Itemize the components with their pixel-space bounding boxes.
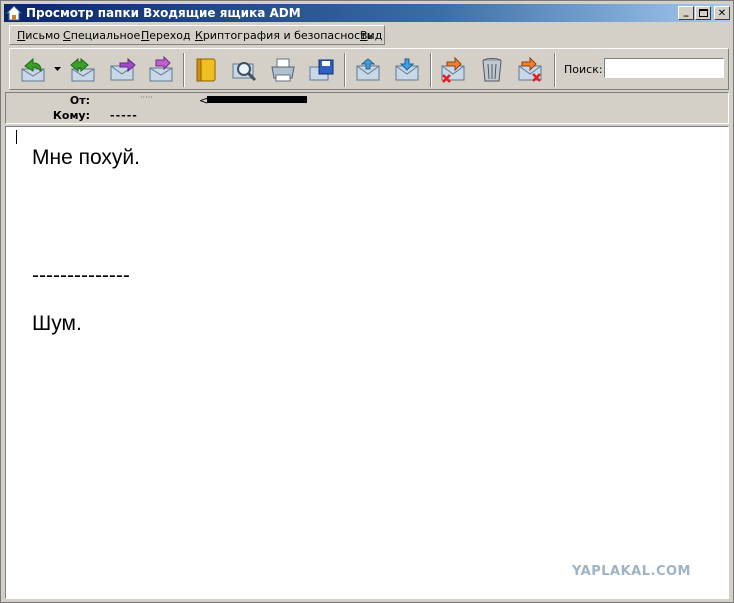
redirect-button[interactable]: [146, 56, 176, 84]
address-book-icon: [196, 58, 216, 82]
toolbar-separator: [344, 53, 346, 87]
close-icon: ✕: [717, 7, 727, 19]
menu-view[interactable]: Вид: [360, 29, 382, 42]
print-icon: [271, 58, 295, 82]
title-bar[interactable]: Просмотр папки Входящие ящика ADM _ ✕: [4, 4, 730, 22]
find-icon: [232, 62, 257, 82]
menu-bar: Письмо Специальное Переход Криптография …: [9, 25, 385, 45]
next-message-button[interactable]: [392, 56, 422, 84]
watermark: YAPLAKAL.COM: [572, 564, 691, 579]
toolbar-separator: [183, 53, 185, 87]
body-line: --------------: [32, 264, 130, 287]
reply-dropdown-icon[interactable]: [54, 66, 61, 72]
message-header: От: ····· < Кому: -----: [5, 92, 729, 124]
to-label: Кому:: [52, 109, 90, 122]
minimize-icon: _: [683, 6, 689, 17]
message-body[interactable]: Мне похуй. -------------- Шум. YAPLAKAL.…: [5, 126, 729, 599]
save-icon: [309, 59, 334, 81]
menu-special[interactable]: Специальное: [63, 29, 140, 42]
address-book-button[interactable]: [191, 56, 221, 84]
toolbar-separator: [554, 53, 556, 87]
window-title: Просмотр папки Входящие ящика ADM: [26, 6, 301, 20]
body-line: Шум.: [32, 312, 82, 335]
reply-all-button[interactable]: [68, 56, 98, 84]
mail-window: Просмотр папки Входящие ящика ADM _ ✕ Пи…: [0, 0, 734, 603]
reply-button[interactable]: [18, 56, 48, 84]
minimize-button[interactable]: _: [678, 6, 694, 20]
find-button[interactable]: [229, 56, 259, 84]
maximize-button[interactable]: [695, 6, 711, 20]
print-button[interactable]: [268, 56, 298, 84]
toolbar-separator: [430, 53, 432, 87]
menu-crypto[interactable]: Криптография и безопасность: [195, 29, 373, 42]
previous-message-button[interactable]: [353, 56, 383, 84]
search-label: Поиск:: [564, 63, 603, 76]
redirect-icon: [149, 56, 173, 82]
reply-icon: [21, 57, 45, 82]
maximize-icon: [698, 9, 708, 17]
next-message-icon: [395, 58, 419, 81]
menu-goto[interactable]: Переход: [141, 29, 191, 42]
redaction-bar: [207, 96, 307, 103]
delete-and-next-button[interactable]: [515, 56, 545, 84]
text-caret: [16, 130, 17, 144]
delete-message-button[interactable]: [438, 56, 468, 84]
body-line: Мне похуй.: [32, 146, 140, 169]
house-icon: [6, 5, 22, 21]
to-value[interactable]: -----: [110, 109, 138, 122]
trash-button[interactable]: [477, 56, 507, 84]
search-input[interactable]: [604, 58, 724, 78]
toolbar: Поиск:: [9, 48, 729, 90]
close-button[interactable]: ✕: [714, 6, 730, 20]
from-name[interactable]: ·····: [140, 93, 153, 102]
forward-button[interactable]: [107, 56, 137, 84]
delete-and-next-icon: [518, 56, 542, 82]
previous-message-icon: [356, 58, 380, 81]
delete-message-icon: [441, 56, 465, 83]
trash-icon: [482, 58, 502, 82]
save-button[interactable]: [306, 56, 336, 84]
menu-letter[interactable]: Письмо: [17, 29, 60, 42]
reply-all-icon: [70, 57, 95, 82]
forward-icon: [110, 57, 136, 81]
from-label: От:: [69, 94, 90, 107]
